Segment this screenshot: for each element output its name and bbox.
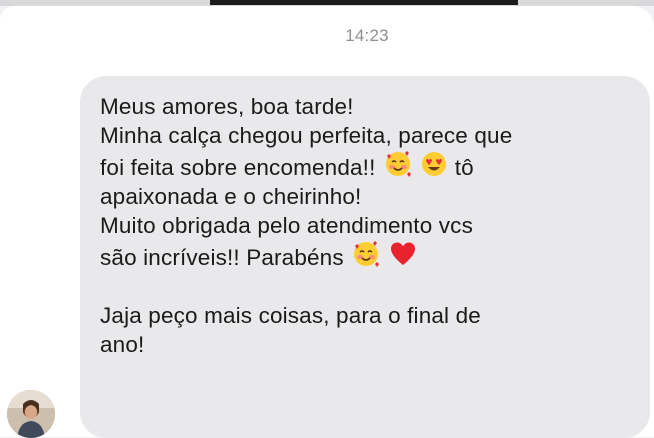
smiling-face-with-hearts-icon: [354, 241, 380, 267]
message-line-3: foi feita sobre encomenda!! tô: [100, 150, 638, 182]
message-line-4: apaixonada e o cheirinho!: [100, 184, 362, 209]
sender-avatar[interactable]: [7, 390, 55, 438]
message-line-3-text: foi feita sobre encomenda!!: [100, 155, 376, 180]
red-heart-icon: [390, 242, 415, 265]
received-message-bubble[interactable]: Meus amores, boa tarde! Minha calça cheg…: [80, 76, 650, 438]
heart-eyes-icon: [422, 152, 447, 176]
message-line-1: Meus amores, boa tarde!: [100, 94, 354, 119]
avatar-photo-icon: [7, 390, 55, 438]
smiling-face-with-hearts-icon: [385, 151, 411, 177]
message-line-6: são incríveis!! Parabéns: [100, 240, 638, 272]
message-line-6-text: são incríveis!! Parabéns: [100, 245, 344, 270]
message-line-2: Minha calça chegou perfeita, parece que: [100, 123, 513, 148]
message-line-7: Jaja peço mais coisas, para o final de: [100, 303, 481, 328]
message-line-3-tail: tô: [454, 155, 474, 180]
message-line-8: ano!: [100, 332, 145, 357]
top-dark-bar: [210, 0, 518, 5]
chat-screen: 14:23 Meus amores, boa tarde! Minha calç…: [0, 6, 654, 438]
message-timestamp: 14:23: [345, 26, 389, 45]
message-line-5: Muito obrigada pelo atendimento vcs: [100, 213, 473, 238]
